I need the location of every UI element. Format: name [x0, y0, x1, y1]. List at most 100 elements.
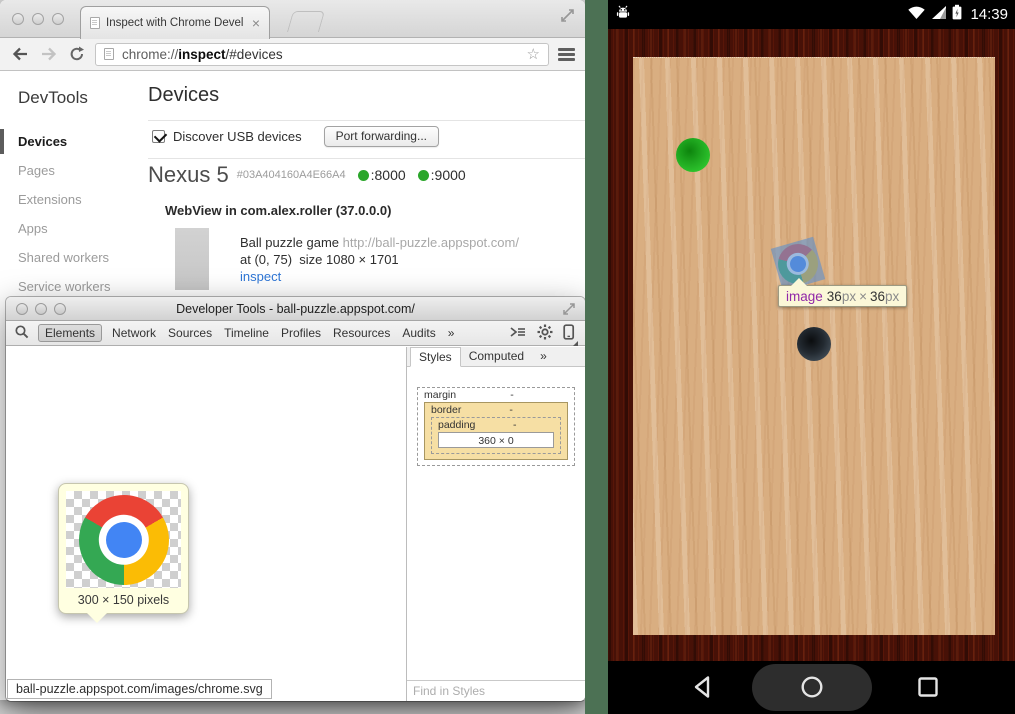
sidebar-item-extensions[interactable]: Extensions: [0, 185, 148, 214]
port-open-dot: [358, 170, 369, 181]
forward-button[interactable]: [39, 45, 59, 63]
chrome-logo-image: [79, 495, 169, 585]
recents-button[interactable]: [916, 675, 940, 704]
transparency-checkerboard: [66, 491, 181, 588]
devtools-tab-elements[interactable]: Elements: [38, 324, 102, 342]
tab-title: Inspect with Chrome Devel: [106, 17, 246, 29]
devtools-titlebar[interactable]: Developer Tools - ball-puzzle.appspot.co…: [6, 297, 585, 321]
devtools-sidebar-list: DevicesPagesExtensionsAppsShared workers…: [0, 127, 148, 301]
webview-page-name: Ball puzzle game: [240, 235, 339, 250]
tooltip-height: 36: [870, 289, 885, 304]
page-favicon: [90, 17, 100, 29]
tooltip-tag-name: image: [786, 289, 823, 304]
discover-usb-checkbox[interactable]: [152, 130, 165, 143]
box-model-metrics: margin- border- padding- 360 × 0: [407, 367, 585, 680]
divider: [148, 158, 585, 159]
bookmark-star-icon[interactable]: ☆: [527, 47, 540, 62]
box-model-border[interactable]: border- padding- 360 × 0: [424, 402, 568, 460]
sidebar-item-pages[interactable]: Pages: [0, 156, 148, 185]
window-traffic-lights: [16, 303, 66, 315]
reload-button[interactable]: [68, 45, 86, 63]
devtools-tabs: Elements Network Sources Timeline Profiles Re…: [34, 324, 442, 342]
url-text: chrome://inspect/#devices: [122, 47, 283, 62]
box-model-content[interactable]: 360 × 0: [438, 432, 554, 448]
link-preview-statusbar: ball-puzzle.appspot.com/images/chrome.sv…: [7, 679, 272, 699]
android-navigation-bar: [608, 661, 1015, 714]
zoom-window-button[interactable]: [54, 303, 66, 315]
browser-toolbar: chrome://inspect/#devices ☆: [0, 38, 585, 71]
battery-charging-icon: [952, 4, 962, 25]
console-drawer-icon[interactable]: [509, 325, 527, 342]
new-tab-button[interactable]: [287, 11, 325, 32]
webview-size: size 1080 × 1701: [299, 252, 398, 267]
search-icon[interactable]: [14, 324, 30, 343]
home-button[interactable]: [800, 675, 824, 704]
devtools-tab-network[interactable]: Network: [112, 326, 156, 340]
sidebar-item-devices[interactable]: Devices: [0, 127, 148, 156]
tab-styles[interactable]: Styles: [410, 347, 461, 367]
back-button[interactable]: [692, 675, 716, 704]
expand-window-icon[interactable]: [561, 301, 577, 322]
minimize-window-button[interactable]: [32, 13, 44, 25]
url-bar[interactable]: chrome://inspect/#devices ☆: [95, 43, 549, 66]
sidebar-item-shared-workers[interactable]: Shared workers: [0, 243, 148, 272]
clock-time: 14:39: [970, 6, 1008, 23]
devtools-window: Developer Tools - ball-puzzle.appspot.co…: [6, 297, 585, 701]
port-open-dot: [418, 170, 429, 181]
close-window-button[interactable]: [12, 13, 24, 25]
webview-title: WebView in com.alex.roller (37.0.0.0): [165, 203, 391, 218]
port-forwarding-button[interactable]: Port forwarding...: [324, 126, 439, 147]
box-model-margin[interactable]: margin- border- padding- 360 × 0: [417, 387, 575, 466]
styles-tabs-overflow-chevron[interactable]: »: [532, 347, 555, 366]
devtools-tab-audits[interactable]: Audits: [402, 326, 435, 340]
devtools-tab-profiles[interactable]: Profiles: [281, 326, 321, 340]
sidebar-item-apps[interactable]: Apps: [0, 214, 148, 243]
devtools-tab-resources[interactable]: Resources: [333, 326, 390, 340]
page-icon: [104, 48, 114, 60]
dark-ball[interactable]: [797, 327, 831, 361]
image-preview-tooltip: 300 × 150 pixels: [58, 483, 189, 614]
zoom-window-button[interactable]: [52, 13, 64, 25]
tab-computed[interactable]: Computed: [461, 347, 532, 366]
settings-gear-icon[interactable]: [537, 324, 553, 343]
usb-debugging-icon: [615, 4, 631, 25]
minimize-window-button[interactable]: [35, 303, 47, 315]
elements-panel: 300 × 150 pixels ball-puzzle.appspot.com…: [6, 347, 406, 701]
close-window-button[interactable]: [16, 303, 28, 315]
android-status-bar: 14:39: [608, 0, 1015, 29]
tabs-overflow-chevron[interactable]: »: [448, 326, 455, 340]
box-model-padding[interactable]: padding- 360 × 0: [431, 417, 561, 454]
menu-icon[interactable]: [558, 48, 575, 61]
port-status-8000: :8000: [358, 167, 406, 183]
inspect-dimensions-tooltip: image 36px × 36px: [778, 285, 907, 307]
tab-close-icon[interactable]: ×: [252, 16, 260, 30]
discover-usb-label: Discover USB devices: [173, 129, 302, 144]
devtools-sidebar-title: DevTools: [18, 88, 88, 108]
devtools-tab-sources[interactable]: Sources: [168, 326, 212, 340]
browser-tab[interactable]: Inspect with Chrome Devel ×: [80, 6, 270, 39]
desktop-background-strip: [585, 0, 608, 714]
port-status-9000: :9000: [418, 167, 466, 183]
styles-sidebar: Styles Computed » margin- border- paddin…: [406, 347, 585, 701]
webview-thumbnail: [175, 228, 209, 290]
green-ball[interactable]: [676, 138, 710, 172]
expand-window-icon[interactable]: [559, 7, 576, 29]
back-button[interactable]: [10, 45, 30, 63]
styles-pane-tabs: Styles Computed »: [407, 347, 585, 367]
cellular-signal-icon: [931, 5, 947, 25]
image-dimensions-label: 300 × 150 pixels: [66, 593, 181, 607]
tooltip-width: 36: [823, 289, 842, 304]
wifi-icon: [907, 5, 926, 25]
find-in-styles-input[interactable]: Find in Styles: [407, 680, 585, 701]
inspect-link[interactable]: inspect: [240, 269, 281, 284]
webview-position: at (0, 75): [240, 252, 292, 267]
device-name: Nexus 5: [148, 162, 229, 188]
browser-tabstrip: Inspect with Chrome Devel ×: [0, 0, 585, 38]
elements-code: [6, 347, 406, 350]
device-mode-icon[interactable]: [563, 324, 575, 343]
devtools-tab-timeline[interactable]: Timeline: [224, 326, 269, 340]
dropdown-corner-icon: [573, 341, 578, 346]
devtools-toolbar: Elements Network Sources Timeline Profiles Re…: [6, 321, 585, 346]
android-screen: image 36px × 36px 14:39: [608, 0, 1015, 714]
webview-page-url[interactable]: http://ball-puzzle.appspot.com/: [343, 235, 519, 250]
